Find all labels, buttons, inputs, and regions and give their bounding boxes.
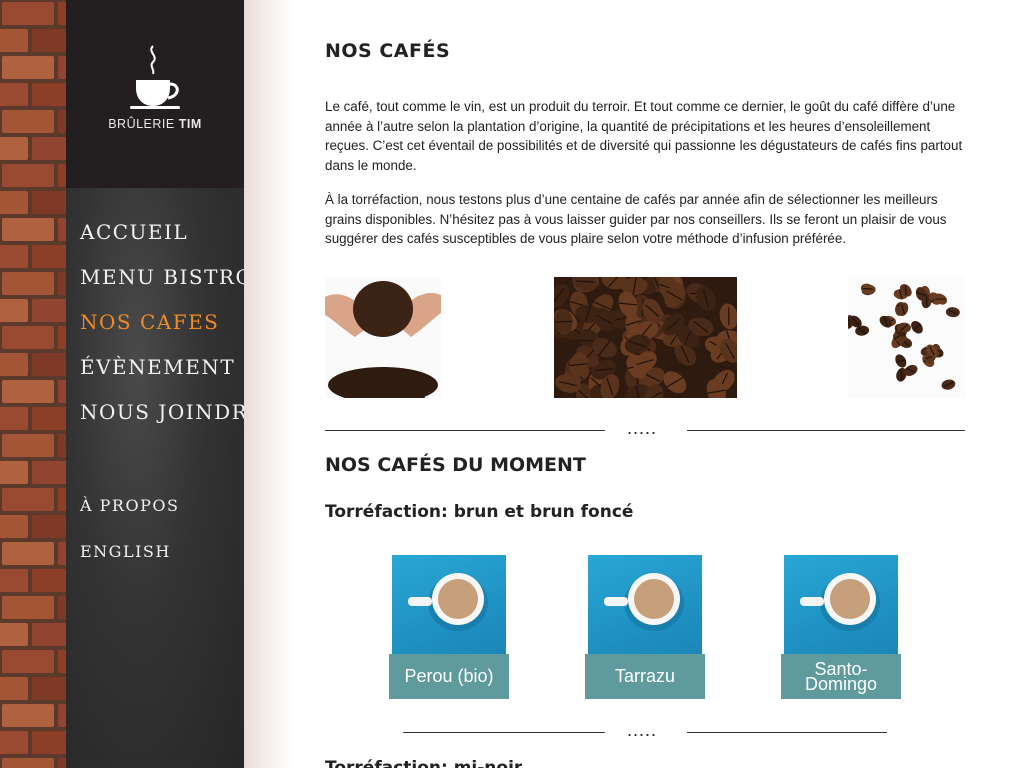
- coffee-cup-photo: [392, 555, 506, 655]
- nav-item-nos-cafes[interactable]: NOS CAFES: [80, 306, 264, 351]
- coffee-card-tarrazu[interactable]: Tarrazu: [585, 555, 705, 699]
- coffee-card-perou[interactable]: Perou (bio): [389, 555, 509, 699]
- coffee-cup-photo: [588, 555, 702, 655]
- intro-paragraph: Le café, tout comme le vin, est un produ…: [325, 99, 963, 173]
- section-divider: .....: [325, 418, 965, 438]
- hands-coffee-beans-photo: [325, 277, 441, 398]
- nav-item-english[interactable]: ENGLISH: [80, 536, 179, 582]
- nav-item-nous-joindre[interactable]: NOUS JOINDRE: [80, 396, 264, 441]
- sidebar: BRÛLERIE TIM ACCUEIL MENU BISTRO NOS CAF…: [66, 0, 263, 768]
- divider-dots: .....: [627, 720, 658, 740]
- torrefaction-paragraph: À la torréfaction, nous testons plus d’u…: [325, 192, 947, 246]
- nav-item-a-propos[interactable]: À PROPOS: [80, 490, 179, 536]
- nav-item-menu-bistro[interactable]: MENU BISTRO: [80, 261, 264, 306]
- brand-name-bold: TIM: [178, 117, 202, 131]
- logo-area[interactable]: BRÛLERIE TIM: [66, 0, 244, 188]
- coffee-name-label: Perou (bio): [389, 654, 509, 699]
- coffee-cup-photo: [784, 555, 898, 655]
- nav-item-evenement[interactable]: ÉVÈNEMENT: [80, 351, 264, 396]
- main-content: NOS CAFÉS Le café, tout comme le vin, es…: [325, 0, 985, 768]
- roast-brown-title: Torréfaction: brun et brun foncé: [325, 502, 634, 522]
- coffee-name-label: Tarrazu: [585, 654, 705, 699]
- page-title: NOS CAFÉS: [325, 40, 451, 62]
- coffee-card-santo-domingo[interactable]: Santo-Domingo: [781, 555, 901, 699]
- roasted-coffee-beans-photo: [554, 277, 737, 398]
- main-nav: ACCUEIL MENU BISTRO NOS CAFES ÉVÈNEMENT …: [80, 216, 264, 441]
- coffee-name-label: Santo-Domingo: [781, 654, 901, 699]
- divider-dots: .....: [627, 418, 658, 438]
- scattered-coffee-beans-photo: [848, 277, 965, 398]
- brick-pattern: [0, 0, 66, 768]
- brand-name: BRÛLERIE TIM: [66, 117, 244, 131]
- brand-name-light: BRÛLERIE: [108, 117, 175, 131]
- section-divider: .....: [325, 720, 965, 740]
- brick-wall-background: [0, 0, 66, 768]
- faded-brick-strip: [244, 0, 292, 768]
- moment-title: NOS CAFÉS DU MOMENT: [325, 454, 586, 476]
- coffee-cup-logo-icon: [130, 45, 180, 109]
- roast-next-title: Torréfaction: mi-noir: [325, 758, 523, 768]
- nav-item-accueil[interactable]: ACCUEIL: [80, 216, 264, 261]
- secondary-nav: À PROPOS ENGLISH: [80, 490, 179, 582]
